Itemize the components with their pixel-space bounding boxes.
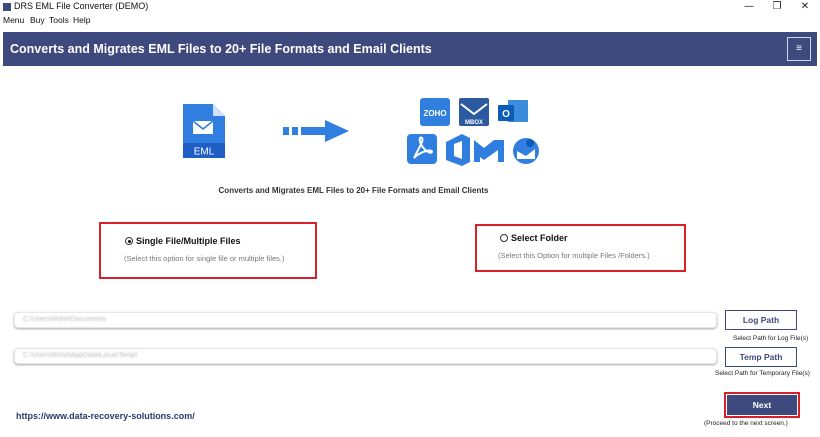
svg-text:ZOHO: ZOHO (423, 109, 446, 118)
single-file-radio-row[interactable]: Single File/Multiple Files (125, 236, 241, 246)
select-folder-label[interactable]: Select Folder (511, 233, 568, 243)
temp-path-button[interactable]: Temp Path (725, 347, 797, 367)
website-link[interactable]: https://www.data-recovery-solutions.com/ (16, 411, 195, 421)
svg-text:MBOX: MBOX (465, 120, 483, 126)
hero-subtitle: Converts and Migrates EML Files to 20+ F… (218, 186, 489, 195)
eml-file-icon: EML (183, 104, 225, 158)
log-path-caption: Select Path for Log File(s) (733, 335, 809, 342)
select-folder-hint: (Select this Option for multiple Files /… (498, 251, 650, 260)
single-file-option-box[interactable]: Single File/Multiple Files (Select this … (99, 222, 317, 279)
window-titlebar: DRS EML File Converter (DEMO) — ❐ ✕ (0, 0, 820, 14)
close-icon[interactable]: ✕ (791, 0, 819, 14)
menu-item-tools[interactable]: Tools (49, 15, 69, 25)
menu-item-buy[interactable]: Buy (30, 15, 45, 25)
log-path-input[interactable]: C:\Users\Rohit\Documents (14, 312, 717, 328)
convert-arrow-icon (283, 120, 349, 142)
mbox-logo-icon: MBOX (459, 98, 489, 126)
menu-item-menu[interactable]: Menu (3, 15, 24, 25)
menu-bar: Menu Buy Tools Help (0, 14, 820, 26)
temp-path-value: C:\Users\Rohit\AppData\Local\Temp\ (23, 352, 138, 359)
hamburger-menu-icon[interactable]: ≡ (787, 37, 811, 61)
next-caption: (Proceed to the next screen.) (704, 420, 788, 427)
next-button-highlight: Next (724, 392, 800, 418)
temp-path-caption: Select Path for Temporary File(s) (715, 370, 810, 377)
gmail-logo-icon (474, 140, 504, 162)
select-folder-option-box[interactable]: Select Folder (Select this Option for mu… (475, 224, 686, 272)
single-file-label[interactable]: Single File/Multiple Files (136, 236, 241, 246)
single-file-radio[interactable] (125, 237, 133, 245)
svg-text:O: O (502, 109, 510, 120)
target-formats-logos: ZOHO MBOX O (407, 98, 539, 166)
next-button[interactable]: Next (727, 395, 797, 415)
log-path-value: C:\Users\Rohit\Documents (23, 316, 106, 323)
menu-item-help[interactable]: Help (73, 15, 90, 25)
thunderbird-logo-icon (513, 138, 539, 164)
window-title: DRS EML File Converter (DEMO) (14, 1, 149, 11)
app-icon (3, 3, 11, 11)
office-logo-icon (446, 134, 470, 166)
pdf-logo-icon (407, 134, 437, 164)
maximize-icon[interactable]: ❐ (763, 0, 791, 14)
header-title: Converts and Migrates EML Files to 20+ F… (10, 42, 432, 56)
minimize-icon[interactable]: — (735, 0, 763, 14)
select-folder-radio-row[interactable]: Select Folder (500, 233, 568, 243)
zoho-logo-icon: ZOHO (420, 98, 450, 126)
select-folder-radio[interactable] (500, 234, 508, 242)
header-banner: Converts and Migrates EML Files to 20+ F… (3, 32, 817, 66)
log-path-button[interactable]: Log Path (725, 310, 797, 330)
eml-file-label: EML (194, 147, 215, 158)
temp-path-input[interactable]: C:\Users\Rohit\AppData\Local\Temp\ (14, 348, 717, 364)
outlook-logo-icon: O (498, 100, 528, 122)
single-file-hint: (Select this option for single file or m… (124, 254, 285, 263)
